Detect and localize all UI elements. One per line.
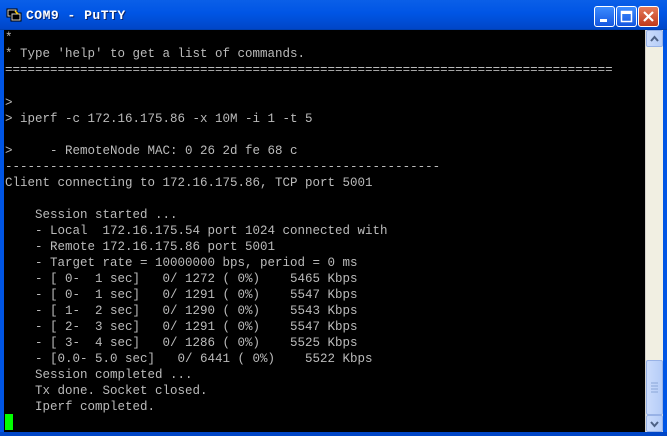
terminal-line: - Local 172.16.175.54 port 1024 connecte… <box>5 224 388 238</box>
text-cursor <box>5 414 13 430</box>
terminal-line: - [ 3- 4 sec] 0/ 1286 ( 0%) 5525 Kbps <box>5 336 358 350</box>
putty-icon[interactable] <box>6 8 22 22</box>
terminal-line: - [ 0- 1 sec] 0/ 1272 ( 0%) 5465 Kbps <box>5 272 358 286</box>
grip-icon <box>651 382 658 393</box>
terminal-line: Iperf completed. <box>5 400 156 414</box>
terminal-line: Session started ... <box>5 208 178 222</box>
minimize-icon <box>600 19 607 22</box>
chevron-up-icon <box>650 35 659 42</box>
minimize-button[interactable] <box>594 6 615 27</box>
terminal-line: > <box>5 96 13 110</box>
terminal-line: - Target rate = 10000000 bps, period = 0… <box>5 256 358 270</box>
terminal-line: - [0.0- 5.0 sec] 0/ 6441 ( 0%) 5522 Kbps <box>5 352 373 366</box>
window-frame-right <box>663 30 667 436</box>
terminal-line: ----------------------------------------… <box>5 160 441 174</box>
vertical-scrollbar[interactable] <box>645 30 663 432</box>
terminal-line: * Type 'help' to get a list of commands. <box>5 47 306 61</box>
maximize-icon <box>620 10 633 23</box>
putty-window: COM9 - PuTTY * * Type 'help' to get a li… <box>0 0 667 436</box>
terminal-line: * <box>5 31 13 45</box>
terminal-line: - [ 1- 2 sec] 0/ 1290 ( 0%) 5543 Kbps <box>5 304 358 318</box>
terminal-line: Session completed ... <box>5 368 193 382</box>
terminal-line: > iperf -c 172.16.175.86 -x 10M -i 1 -t … <box>5 112 313 126</box>
close-icon <box>643 11 654 22</box>
terminal-line: ========================================… <box>5 63 613 77</box>
window-frame-bottom <box>0 432 667 436</box>
terminal-line: - [ 2- 3 sec] 0/ 1291 ( 0%) 5547 Kbps <box>5 320 358 334</box>
scroll-up-button[interactable] <box>646 30 663 47</box>
terminal-output[interactable]: * * Type 'help' to get a list of command… <box>4 30 645 432</box>
terminal-line: - [ 0- 1 sec] 0/ 1291 ( 0%) 5547 Kbps <box>5 288 358 302</box>
terminal-line: Tx done. Socket closed. <box>5 384 208 398</box>
terminal-line: Client connecting to 172.16.175.86, TCP … <box>5 176 373 190</box>
title-bar[interactable]: COM9 - PuTTY <box>0 0 667 30</box>
terminal-line: - Remote 172.16.175.86 port 5001 <box>5 240 276 254</box>
close-button[interactable] <box>638 6 659 27</box>
window-title: COM9 - PuTTY <box>26 8 126 23</box>
scroll-thumb[interactable] <box>646 360 663 415</box>
chevron-down-icon <box>650 421 659 428</box>
maximize-button[interactable] <box>616 6 637 27</box>
scroll-down-button[interactable] <box>646 415 663 432</box>
terminal-line: > - RemoteNode MAC: 0 26 2d fe 68 c <box>5 144 298 158</box>
